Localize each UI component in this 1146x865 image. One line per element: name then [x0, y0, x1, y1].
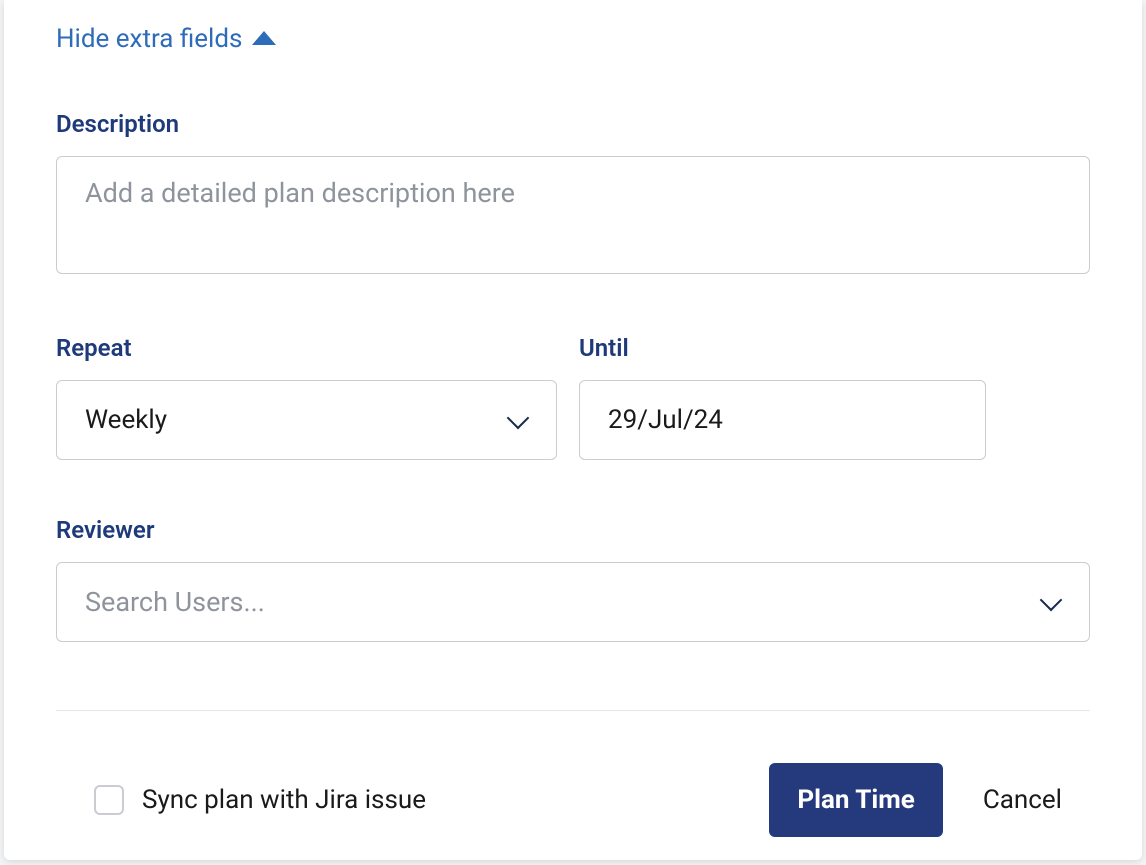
- until-label: Until: [579, 334, 986, 362]
- reviewer-placeholder: Search Users...: [85, 586, 1041, 618]
- repeat-select[interactable]: Weekly: [56, 380, 557, 460]
- toggle-label: Hide extra fields: [56, 24, 242, 54]
- description-label: Description: [56, 110, 1090, 138]
- repeat-label: Repeat: [56, 334, 557, 362]
- plan-time-panel: Hide extra fields Description Repeat Wee…: [4, 0, 1142, 860]
- repeat-value: Weekly: [85, 405, 508, 435]
- sync-checkbox-group: Sync plan with Jira issue: [94, 785, 769, 815]
- footer-divider: [56, 710, 1090, 711]
- chevron-down-icon: [508, 414, 528, 426]
- sync-label: Sync plan with Jira issue: [142, 785, 426, 815]
- cancel-button[interactable]: Cancel: [955, 763, 1090, 837]
- until-column: Until: [579, 334, 986, 460]
- chevron-up-icon: [252, 31, 276, 45]
- plan-time-button[interactable]: Plan Time: [769, 763, 942, 837]
- hide-extra-fields-toggle[interactable]: Hide extra fields: [56, 24, 276, 54]
- description-input[interactable]: [56, 156, 1090, 274]
- reviewer-label: Reviewer: [56, 516, 1090, 544]
- repeat-until-row: Repeat Weekly Until: [56, 334, 1090, 460]
- reviewer-select[interactable]: Search Users...: [56, 562, 1090, 642]
- until-input[interactable]: [579, 380, 986, 460]
- repeat-column: Repeat Weekly: [56, 334, 557, 460]
- footer: Sync plan with Jira issue Plan Time Canc…: [56, 763, 1090, 837]
- chevron-down-icon: [1041, 596, 1061, 608]
- reviewer-section: Reviewer Search Users...: [56, 516, 1090, 642]
- sync-checkbox[interactable]: [94, 785, 124, 815]
